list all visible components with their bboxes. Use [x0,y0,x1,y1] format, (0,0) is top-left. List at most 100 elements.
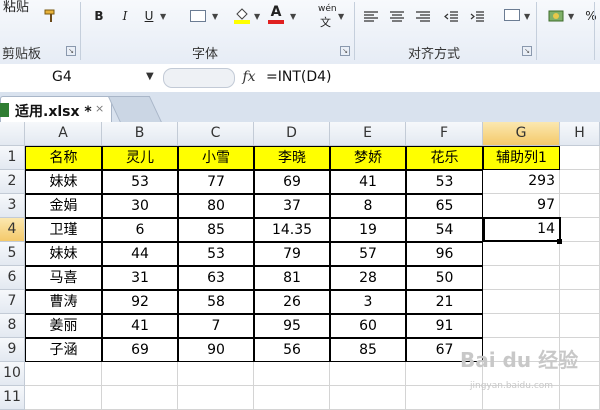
currency-format-icon[interactable] [548,8,564,22]
align-right-icon[interactable] [416,8,430,22]
align-left-icon[interactable] [364,8,378,22]
table-data-cell[interactable]: 79 [254,242,330,266]
sheet-cell[interactable] [483,290,560,314]
column-header[interactable]: H [560,122,600,146]
name-box[interactable]: G4 [0,66,160,88]
underline-dropdown-icon[interactable]: ▼ [160,12,166,21]
table-data-cell[interactable]: 金娟 [25,194,102,218]
font-color-dropdown-icon[interactable]: ▼ [290,12,296,21]
bold-button[interactable]: B [92,8,106,24]
table-data-cell[interactable]: 95 [254,314,330,338]
table-data-cell[interactable]: 69 [102,338,178,362]
table-data-cell[interactable]: 85 [330,338,406,362]
percent-button[interactable]: % [584,8,598,24]
table-header-cell[interactable]: 梦娇 [330,146,406,170]
sheet-cell[interactable] [560,194,600,218]
table-data-cell[interactable]: 3 [330,290,406,314]
sheet-cell[interactable] [178,362,254,386]
table-data-cell[interactable]: 85 [178,218,254,242]
column-header[interactable]: B [102,122,178,146]
column-header[interactable]: F [406,122,483,146]
table-data-cell[interactable]: 77 [178,170,254,194]
row-header[interactable]: 8 [0,314,25,338]
table-data-cell[interactable]: 91 [406,314,483,338]
row-header[interactable]: 3 [0,194,25,218]
table-data-cell[interactable]: 44 [102,242,178,266]
table-data-cell[interactable]: 妹妹 [25,170,102,194]
row-header[interactable]: 2 [0,170,25,194]
table-header-cell[interactable]: 李晓 [254,146,330,170]
table-data-cell[interactable]: 曹涛 [25,290,102,314]
clipboard-launcher-icon[interactable]: ↘ [66,46,76,56]
table-data-cell[interactable]: 65 [406,194,483,218]
table-data-cell[interactable]: 41 [330,170,406,194]
table-data-cell[interactable]: 96 [406,242,483,266]
new-tab-button[interactable] [107,96,163,123]
table-data-cell[interactable]: 马喜 [25,266,102,290]
decrease-indent-icon[interactable] [444,8,458,22]
formula-bar-splitter[interactable] [163,68,235,88]
insert-function-button[interactable]: fx [238,66,260,88]
format-painter-icon[interactable] [44,8,58,22]
sheet-cell[interactable] [560,266,600,290]
align-center-icon[interactable] [390,8,404,22]
sheet-cell[interactable] [330,386,406,410]
sheet-cell[interactable] [560,290,600,314]
table-data-cell[interactable]: 26 [254,290,330,314]
close-tab-icon[interactable]: × [95,102,104,115]
table-data-cell[interactable]: 8 [330,194,406,218]
row-header[interactable]: 4 [0,218,25,242]
merge-dropdown-icon[interactable]: ▼ [524,12,530,21]
column-header[interactable]: E [330,122,406,146]
sheet-cell[interactable] [560,146,600,170]
paste-button[interactable]: 粘贴 [0,0,32,16]
alignment-launcher-icon[interactable]: ↘ [522,46,532,56]
row-header[interactable]: 1 [0,146,25,170]
table-data-cell[interactable]: 90 [178,338,254,362]
table-data-cell[interactable]: 56 [254,338,330,362]
table-data-cell[interactable]: 21 [406,290,483,314]
table-data-cell[interactable]: 54 [406,218,483,242]
merge-center-icon[interactable] [504,9,520,21]
table-data-cell[interactable]: 19 [330,218,406,242]
sheet-cell[interactable] [483,266,560,290]
table-data-cell[interactable]: 7 [178,314,254,338]
table-data-cell[interactable]: 姜丽 [25,314,102,338]
increase-indent-icon[interactable] [470,8,484,22]
table-data-cell[interactable]: 53 [102,170,178,194]
sheet-cell[interactable] [102,362,178,386]
table-data-cell[interactable]: 6 [102,218,178,242]
phonetic-dropdown-icon[interactable]: ▼ [338,12,344,21]
sheet-cell[interactable] [254,386,330,410]
phonetic-icon[interactable]: 文 [320,14,334,29]
select-all-corner[interactable] [0,122,25,146]
sheet-cell[interactable] [25,362,102,386]
italic-button[interactable]: I [118,8,132,24]
table-data-cell[interactable]: 81 [254,266,330,290]
currency-dropdown-icon[interactable]: ▼ [568,12,574,21]
table-data-cell[interactable]: 53 [406,170,483,194]
table-header-cell[interactable]: 小雪 [178,146,254,170]
underline-button[interactable]: U [142,8,156,24]
workbook-tab[interactable]: 适用.xlsx * × [0,96,112,123]
helper-column-cell[interactable]: 97 [483,194,560,218]
table-header-cell[interactable]: 花乐 [406,146,483,170]
sheet-cell[interactable] [102,386,178,410]
row-header[interactable]: 5 [0,242,25,266]
sheet-cell[interactable] [254,362,330,386]
table-data-cell[interactable]: 卫瑾 [25,218,102,242]
sheet-cell[interactable] [560,218,600,242]
table-header-cell[interactable]: 辅助列1 [483,146,560,170]
row-header[interactable]: 10 [0,362,25,386]
border-dropdown-icon[interactable]: ▼ [212,12,218,21]
fill-handle[interactable] [557,239,562,244]
column-header[interactable]: D [254,122,330,146]
sheet-cell[interactable] [560,314,600,338]
table-data-cell[interactable]: 41 [102,314,178,338]
formula-input[interactable]: =INT(D4) [266,66,332,88]
sheet-cell[interactable] [483,242,560,266]
row-header[interactable]: 11 [0,386,25,410]
table-data-cell[interactable]: 50 [406,266,483,290]
row-header[interactable]: 6 [0,266,25,290]
table-data-cell[interactable]: 30 [102,194,178,218]
